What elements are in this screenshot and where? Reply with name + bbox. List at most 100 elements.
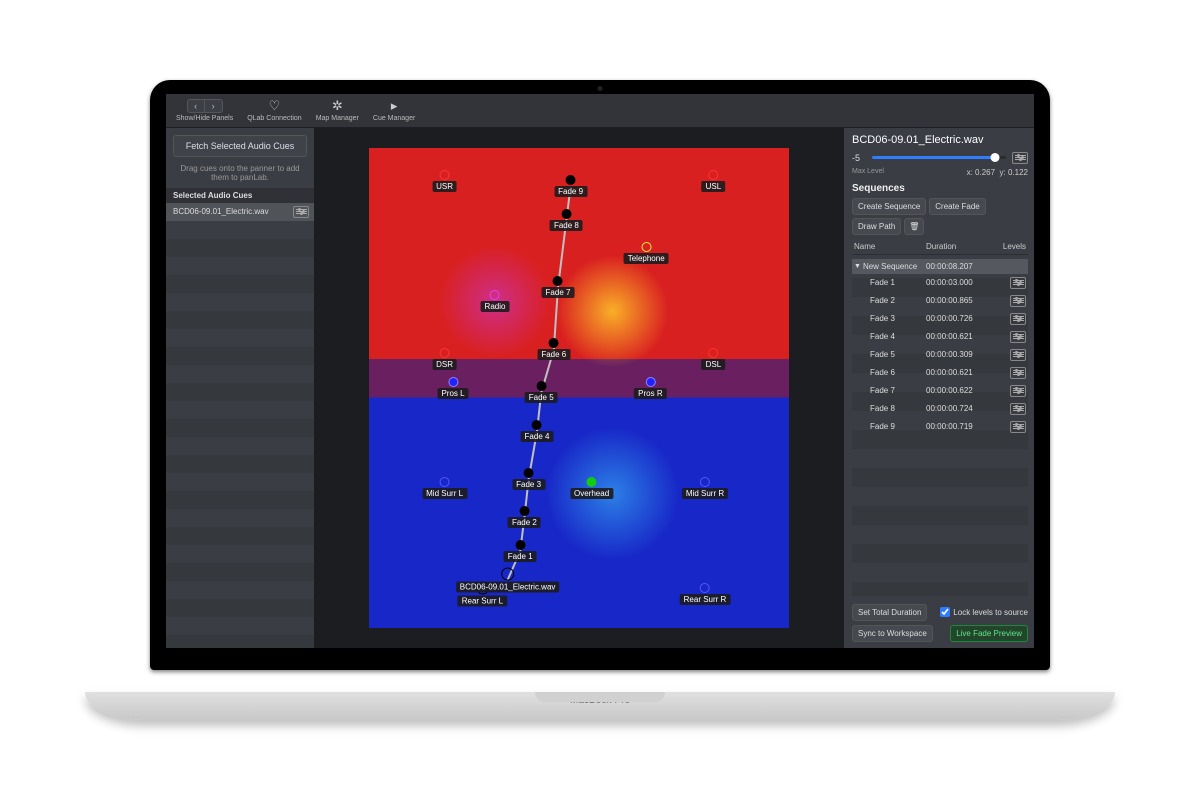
sequence-fade-row[interactable]: Fade 600:00:00.621 [852, 364, 1028, 382]
speaker-overhead[interactable]: Overhead [570, 477, 613, 499]
laptop-notch [535, 692, 665, 702]
speaker-dsr[interactable]: DSR [432, 348, 457, 370]
sequence-fade-row[interactable]: Fade 100:00:03.000 [852, 274, 1028, 292]
cue-list-empty [166, 221, 314, 648]
set-total-duration-button[interactable]: Set Total Duration [852, 604, 927, 621]
coord-y: y: 0.122 [1000, 168, 1028, 177]
levels-icon[interactable] [1010, 277, 1026, 289]
heart-icon: ♡ [265, 99, 283, 113]
col-levels-label: Levels [996, 242, 1026, 251]
max-level-label: Max Level [852, 168, 884, 175]
node-label: DSL [702, 359, 726, 370]
sequence-buttons: Create Sequence Create Fade Draw Path 🗑 [852, 198, 1028, 235]
speaker-prosr[interactable]: Pros R [634, 377, 666, 399]
node-label: Fade 3 [512, 479, 545, 490]
trash-icon[interactable]: 🗑 [904, 218, 924, 235]
chevron-right-icon[interactable]: › [205, 99, 223, 113]
levels-icon[interactable] [1010, 331, 1026, 343]
fade-node-fade5[interactable]: Fade 5 [525, 381, 558, 403]
live-fade-preview-button[interactable]: Live Fade Preview [950, 625, 1028, 642]
sequence-parent-row[interactable]: ▼New Sequence00:00:08.207 [852, 259, 1028, 274]
fade-node-fade7[interactable]: Fade 7 [542, 276, 575, 298]
node-label: Pros R [634, 388, 666, 399]
laptop-mockup: ‹ › Show/Hide Panels ♡ QLab Connection ✲… [135, 80, 1065, 720]
gear-icon: ✲ [328, 99, 346, 113]
panner-canvas[interactable]: USR USL Telephone Radio DSR DSL Pros L Pros R Mi… [369, 148, 789, 628]
sequence-fade-row[interactable]: Fade 800:00:00.724 [852, 400, 1028, 418]
col-name-label: Name [854, 242, 926, 251]
fade-node-fade4[interactable]: Fade 4 [521, 420, 554, 442]
sequence-fade-row[interactable]: Fade 900:00:00.719 [852, 418, 1028, 436]
fetch-cues-button[interactable]: Fetch Selected Audio Cues [173, 135, 307, 157]
map-manager[interactable]: ✲ Map Manager [316, 99, 359, 122]
right-panel: BCD06-09.01_Electric.wav -5 Max Level x:… [844, 128, 1034, 648]
speaker-dsl[interactable]: DSL [702, 348, 726, 370]
speaker-midsurrr[interactable]: Mid Surr R [682, 477, 728, 499]
node-label: Overhead [570, 488, 613, 499]
fade-node-fade8[interactable]: Fade 8 [550, 209, 583, 231]
speaker-radio[interactable]: Radio [481, 290, 510, 312]
sequence-list[interactable]: ▼New Sequence00:00:08.207Fade 100:00:03.… [852, 259, 1028, 596]
node-label: Fade 6 [537, 349, 570, 360]
chevron-left-icon[interactable]: ‹ [187, 99, 205, 113]
speaker-usl[interactable]: USL [702, 170, 726, 192]
panels-toggle[interactable]: ‹ › Show/Hide Panels [176, 99, 233, 122]
max-level-value: -5 [852, 153, 866, 163]
left-panel: Fetch Selected Audio Cues Drag cues onto… [166, 128, 314, 648]
levels-icon[interactable] [1010, 313, 1026, 325]
node-label: Rear Surr L [458, 595, 507, 606]
sequence-fade-row[interactable]: Fade 400:00:00.621 [852, 328, 1028, 346]
coord-x: x: 0.267 [967, 168, 995, 177]
levels-icon[interactable] [1012, 152, 1028, 164]
screen-frame: ‹ › Show/Hide Panels ♡ QLab Connection ✲… [150, 80, 1050, 670]
max-level-slider[interactable] [872, 156, 1006, 159]
fade-node-fade3[interactable]: Fade 3 [512, 468, 545, 490]
levels-icon[interactable] [1010, 403, 1026, 415]
levels-icon[interactable] [1010, 349, 1026, 361]
cue-name: BCD06-09.01_Electric.wav [173, 207, 269, 216]
fade-node-fade9[interactable]: Fade 9 [554, 175, 587, 197]
qlab-connection[interactable]: ♡ QLab Connection [247, 99, 301, 122]
levels-icon[interactable] [1010, 421, 1026, 433]
node-label: Pros L [437, 388, 468, 399]
sequence-fade-row[interactable]: Fade 700:00:00.622 [852, 382, 1028, 400]
play-icon: ▸ [385, 99, 403, 113]
fade-node-fade2[interactable]: Fade 2 [508, 506, 541, 528]
node-label: Fade 1 [504, 551, 537, 562]
node-label: Fade 7 [542, 287, 575, 298]
node-label: DSR [432, 359, 457, 370]
speaker-midsurrl[interactable]: Mid Surr L [422, 477, 467, 499]
node-label: Mid Surr L [422, 488, 467, 499]
node-label: Mid Surr R [682, 488, 728, 499]
sequence-fade-row[interactable]: Fade 200:00:00.865 [852, 292, 1028, 310]
speaker-prosl[interactable]: Pros L [437, 377, 468, 399]
node-label: Fade 8 [550, 220, 583, 231]
sync-workspace-button[interactable]: Sync to Workspace [852, 625, 933, 642]
node-label: Fade 5 [525, 392, 558, 403]
speaker-telephone[interactable]: Telephone [624, 242, 669, 264]
node-label: Fade 4 [521, 431, 554, 442]
levels-icon[interactable] [1010, 385, 1026, 397]
draw-path-button[interactable]: Draw Path [852, 218, 901, 235]
selected-cue-row[interactable]: BCD06-09.01_Electric.wav [166, 203, 314, 221]
lock-levels-checkbox[interactable]: Lock levels to source [940, 607, 1028, 617]
levels-icon[interactable] [1010, 295, 1026, 307]
fade-node-fade6[interactable]: Fade 6 [537, 338, 570, 360]
sequence-fade-row[interactable]: Fade 300:00:00.726 [852, 310, 1028, 328]
node-label: Telephone [624, 253, 669, 264]
camera-dot [598, 86, 603, 91]
create-fade-button[interactable]: Create Fade [929, 198, 985, 215]
levels-icon[interactable] [293, 206, 309, 218]
source-node[interactable]: BCD06-09.01_Electric.wav [456, 567, 560, 592]
levels-icon[interactable] [1010, 367, 1026, 379]
panner-container: USR USL Telephone Radio DSR DSL Pros L Pros R Mi… [314, 128, 844, 648]
cue-manager[interactable]: ▸ Cue Manager [373, 99, 415, 122]
speaker-usr[interactable]: USR [432, 170, 457, 192]
node-label: Radio [481, 301, 510, 312]
source-filename: BCD06-09.01_Electric.wav [852, 134, 1028, 146]
sequence-fade-row[interactable]: Fade 500:00:00.309 [852, 346, 1028, 364]
fade-node-fade1[interactable]: Fade 1 [504, 540, 537, 562]
lock-levels-input[interactable] [940, 607, 950, 617]
speaker-rearsurrr[interactable]: Rear Surr R [680, 583, 731, 605]
create-sequence-button[interactable]: Create Sequence [852, 198, 926, 215]
